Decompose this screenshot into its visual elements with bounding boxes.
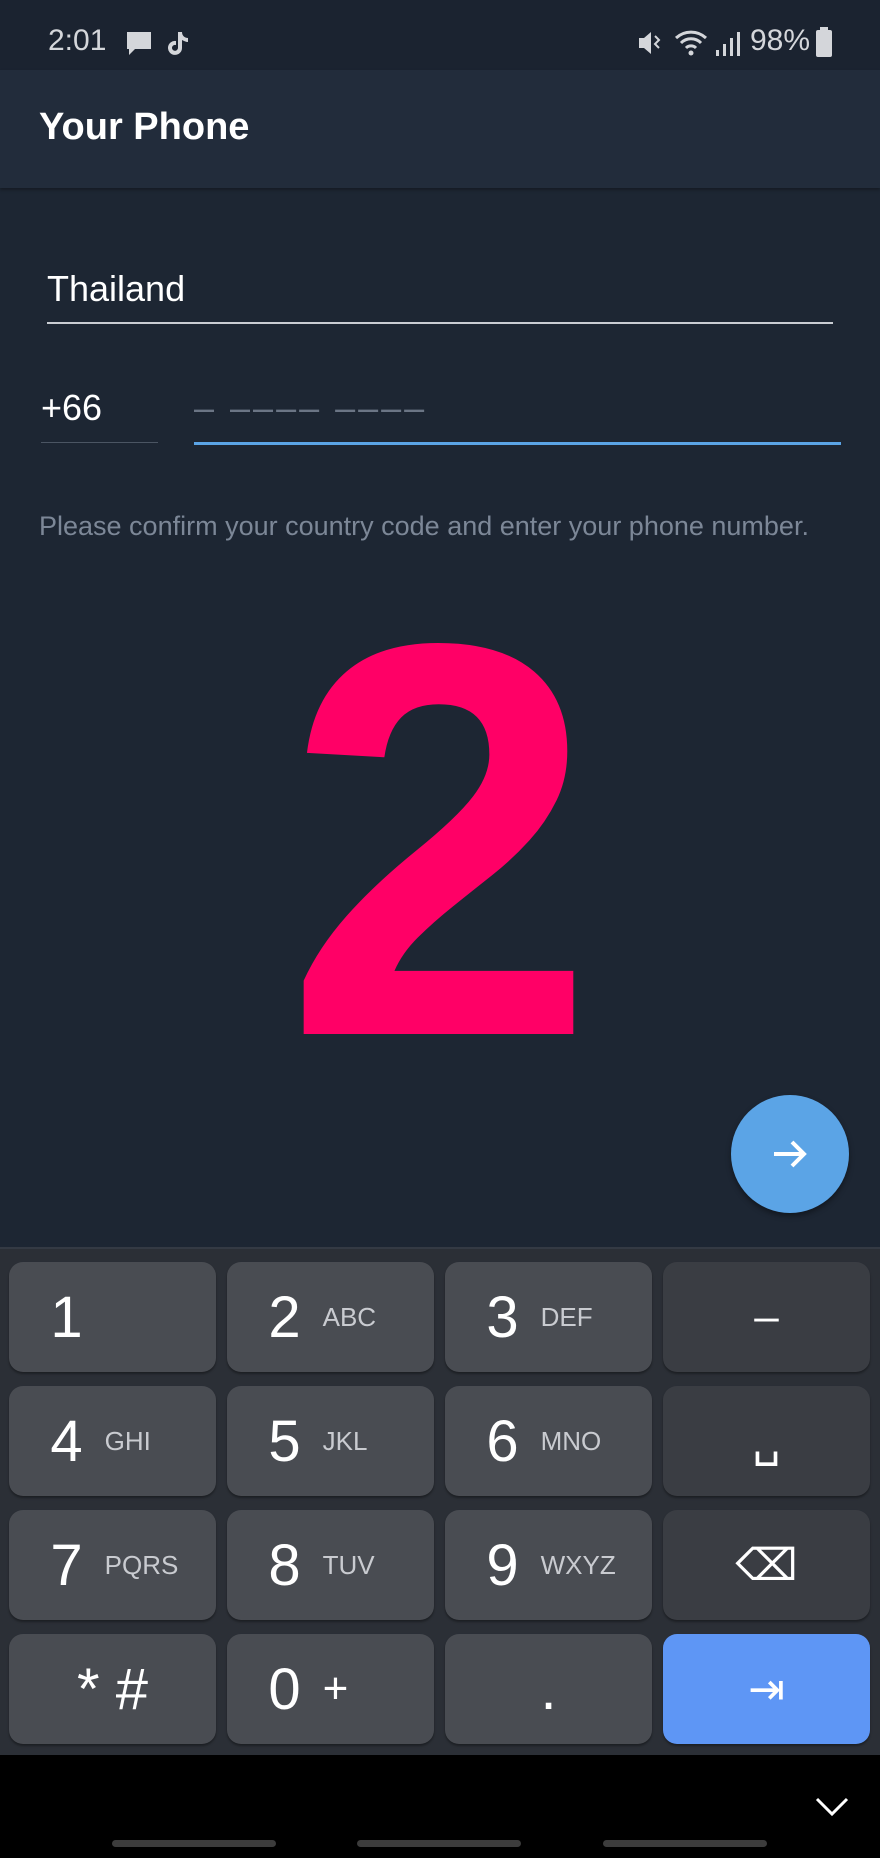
key-key1[interactable]: 2 ABC [227,1262,434,1372]
key-key9[interactable]: 8 TUV [227,1510,434,1620]
key-key10[interactable]: 9 WXYZ [445,1510,652,1620]
nav-handle[interactable] [603,1840,767,1847]
battery-percent: 98% [750,24,811,57]
key-label: 5 [268,1408,301,1474]
key-letters: ABC [322,1301,377,1332]
country-code-field[interactable]: +66 [41,387,158,443]
key-label: 2 [268,1284,301,1350]
space-icon: ␣ [752,1416,781,1466]
country-field[interactable]: Thailand [47,268,833,324]
key-label: 9 [486,1532,519,1598]
step-number-overlay: 2 [284,527,596,1153]
key-letters: + [322,1664,349,1713]
nav-handle[interactable] [112,1840,276,1847]
key-key3[interactable]: – [663,1262,870,1372]
key-key5[interactable]: 5 JKL [227,1386,434,1496]
key-label: 4 [50,1408,83,1474]
country-value: Thailand [47,268,186,309]
key-backspace-icon[interactable]: ⌫ [663,1510,870,1620]
status-time: 2:01 [48,24,107,57]
country-code-value: +66 [41,387,103,428]
numeric-keyboard: 1 2 ABC 3 DEF – 4 GHI 5 JKL 6 MNO ␣ 7 PQRS 8 TUV 9 WXYZ ⌫ * … [0,1247,880,1755]
battery-icon [816,27,832,57]
key-letters: JKL [322,1425,368,1456]
key-label: * # [77,1656,148,1722]
key-letters: DEF [540,1301,593,1332]
key-space-icon[interactable]: ␣ [663,1386,870,1496]
backspace-icon: ⌫ [735,1540,798,1590]
key-key14[interactable]: . [445,1634,652,1744]
key-key6[interactable]: 6 MNO [445,1386,652,1496]
key-key8[interactable]: 7 PQRS [9,1510,216,1620]
key-label: – [754,1292,779,1341]
mute-icon [639,32,661,54]
signal-icon [716,32,740,56]
key-label: 6 [486,1408,519,1474]
key-letters: WXYZ [540,1549,616,1580]
phone-placeholder: – –––– –––– [194,387,428,428]
key-letters: PQRS [104,1549,179,1580]
phone-number-input[interactable]: – –––– –––– [194,387,841,445]
key-letters: MNO [540,1425,602,1456]
key-label: 0 [268,1656,301,1722]
key-letters: GHI [104,1425,151,1456]
page-title: Your Phone [39,106,250,148]
app-bar: Your Phone [0,70,880,188]
key-next-field-icon[interactable]: ⇥ [663,1634,870,1744]
key-label: 8 [268,1532,301,1598]
key-label: 3 [486,1284,519,1350]
key-key12[interactable]: * # [9,1634,216,1744]
nav-handle[interactable] [357,1840,521,1847]
wifi-icon [674,30,708,56]
message-icon [127,32,151,55]
status-bar: 2:01 98% [0,0,880,70]
arrow-right-icon [774,1140,807,1168]
key-label: . [540,1656,557,1722]
key-key2[interactable]: 3 DEF [445,1262,652,1372]
next-button[interactable] [731,1095,849,1213]
key-key13[interactable]: 0 + [227,1634,434,1744]
next-field-icon: ⇥ [748,1664,785,1714]
key-letters: TUV [322,1549,375,1580]
key-key4[interactable]: 4 GHI [9,1386,216,1496]
key-key0[interactable]: 1 [9,1262,216,1372]
key-label: 1 [50,1284,83,1350]
hide-keyboard-icon[interactable] [814,1795,850,1819]
tiktok-icon [168,32,188,55]
key-label: 7 [50,1532,83,1598]
